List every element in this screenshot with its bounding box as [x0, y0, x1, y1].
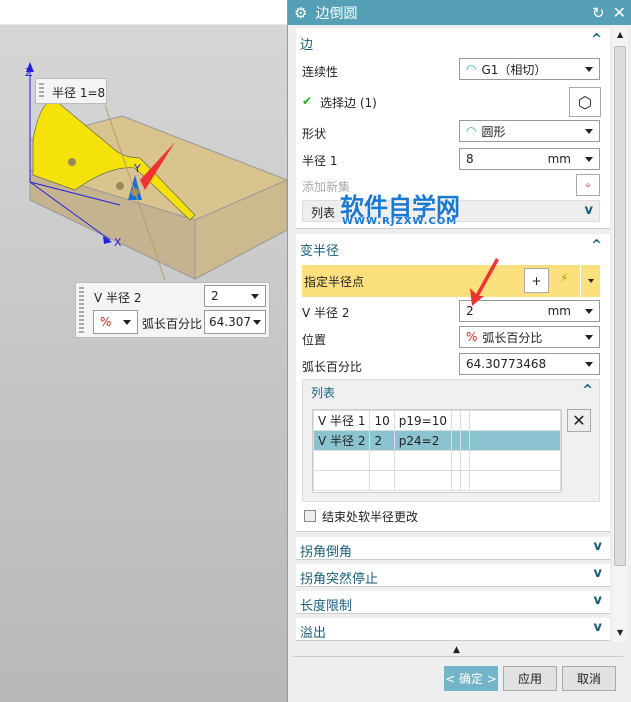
section-title: 边 — [300, 38, 314, 53]
radius-input[interactable]: 8 mm — [459, 148, 600, 170]
select-edge-label[interactable]: 选择边 (1) — [320, 94, 377, 111]
chevron-down-icon — [585, 308, 593, 314]
radius-label: 半径 1 — [302, 154, 338, 168]
variable-radius-popup[interactable]: V 半径 2 2 % 弧长百分比 64.307 — [75, 282, 270, 338]
scrollbar-thumb[interactable] — [614, 46, 626, 566]
vr-label: V 半径 2 — [302, 306, 350, 320]
shape-label: 形状 — [302, 127, 327, 141]
circular-shape-icon: ◠ — [466, 124, 477, 138]
position-label: 位置 — [302, 333, 327, 347]
chevron-down-icon[interactable]: v — [594, 620, 602, 635]
cancel-button[interactable]: 取消 — [562, 666, 616, 691]
specify-radius-point-row[interactable]: 指定半径点 + ⚡ — [302, 265, 600, 297]
soft-radius-checkbox-label: 结束处软半径更改 — [322, 510, 419, 524]
arc-value-dropdown[interactable]: 64.307 — [204, 310, 266, 334]
graphics-viewport[interactable]: Z Y X 半径 1=8 V 半径 2 2 % 弧长百分比 64.307 — [0, 0, 287, 702]
select-edge-cube-button[interactable]: ⬡ — [569, 87, 601, 117]
reset-icon[interactable]: ↻ — [592, 4, 605, 22]
ok-button[interactable]: < 确定 > — [444, 666, 498, 691]
section-title: 变半径 — [300, 244, 340, 259]
section-variable-radius: 变半径 ^ 指定半径点 + ⚡ V 半径 2 2 mm 位置 % 弧长百分比 弧长百… — [296, 234, 610, 532]
continuity-dropdown[interactable]: ◠ G1（相切） — [459, 58, 600, 80]
cube-icon: ⬡ — [578, 92, 592, 112]
chevron-down-icon[interactable] — [588, 279, 594, 283]
add-point-icon: + — [531, 273, 542, 288]
apply-button[interactable]: 应用 — [503, 666, 557, 691]
arc-length-input[interactable]: 64.30773468 — [459, 353, 600, 375]
check-icon: ✔ — [302, 94, 313, 108]
chevron-up-icon[interactable]: ^ — [591, 238, 602, 253]
chevron-up-icon[interactable]: ^ — [591, 32, 602, 47]
dialog-title: 边倒圆 — [315, 5, 358, 22]
position-dropdown[interactable]: % 弧长百分比 — [459, 326, 600, 348]
radius-tag[interactable]: 半径 1=8 — [35, 78, 107, 104]
chevron-down-icon — [251, 293, 259, 299]
chevron-down-icon — [253, 319, 261, 325]
list-title: 列表 — [311, 386, 336, 400]
add-new-set-button[interactable]: ⌖ — [576, 174, 600, 196]
chevron-down-icon — [585, 334, 593, 340]
axis-y-label: Y — [134, 162, 141, 175]
crosshair-icon: ⌖ — [584, 177, 592, 192]
percent-icon: % — [466, 330, 478, 344]
chevron-down-icon[interactable]: v — [585, 203, 593, 218]
chevron-down-icon — [585, 156, 593, 162]
drag-handle[interactable] — [39, 83, 44, 99]
chevron-up-icon[interactable]: ^ — [582, 383, 593, 398]
continuity-label: 连续性 — [302, 65, 339, 79]
radius-tag-label: 半径 1=8 — [52, 86, 106, 100]
chevron-down-icon[interactable]: v — [594, 566, 602, 581]
dialog-titlebar: ⚙ 边倒圆 ↻ ✕ — [288, 0, 631, 25]
section-overflow[interactable]: 溢出 v — [296, 618, 610, 641]
tangent-icon: ◠ — [466, 62, 477, 76]
close-icon[interactable]: ✕ — [613, 3, 626, 22]
snap-point-icon[interactable]: ⚡ — [560, 271, 568, 285]
section-corner-setback[interactable]: 拐角倒角 v — [296, 537, 610, 560]
arc-label: 弧长百分比 — [142, 317, 203, 331]
table-row[interactable]: V 半径 1 10 p19=10 — [312, 410, 562, 431]
axis-x-label: X — [114, 236, 122, 249]
x-icon: ✕ — [572, 411, 586, 430]
section-length-limit[interactable]: 长度限制 v — [296, 591, 610, 614]
chevron-down-icon — [585, 361, 593, 367]
scroll-up-icon[interactable]: ▲ — [617, 30, 623, 39]
scrollbar[interactable]: ▲ ▼ — [613, 28, 628, 642]
edge-blend-dialog: ⚙ 边倒圆 ↻ ✕ 边 ^ 连续性 ◠ G1（相切） ✔ 选择边 (1) ⬡ 形状… — [287, 0, 631, 702]
axis-z-label: Z — [25, 66, 33, 79]
scroll-down-icon[interactable]: ▼ — [617, 628, 623, 637]
vr-label: V 半径 2 — [94, 291, 142, 305]
position-type-dropdown[interactable]: % — [93, 310, 138, 334]
shape-dropdown[interactable]: ◠ 圆形 — [459, 120, 600, 142]
list-panel: 列表 ^ V 半径 1 10 p19=10 V 半径 2 2 p24=2 ✕ — [302, 379, 600, 502]
chevron-down-icon — [123, 319, 131, 325]
arc-length-label: 弧长百分比 — [302, 360, 363, 374]
collapse-arrow-icon[interactable]: ▲ — [453, 645, 460, 655]
watermark-url: WWW.RJZXW.COM — [342, 216, 458, 227]
red-arrow-annotation — [470, 258, 499, 306]
table-row-selected[interactable]: V 半径 2 2 p24=2 — [312, 430, 562, 451]
percent-icon: % — [100, 315, 112, 329]
radius-points-table[interactable]: V 半径 1 10 p19=10 V 半径 2 2 p24=2 — [312, 409, 562, 493]
chevron-down-icon[interactable]: v — [594, 593, 602, 608]
point-dialog-button[interactable]: + — [524, 268, 549, 293]
vr-value-dropdown[interactable]: 2 — [204, 285, 266, 307]
soft-radius-checkbox[interactable] — [304, 510, 316, 522]
gear-icon[interactable]: ⚙ — [294, 4, 307, 22]
chevron-down-icon — [585, 66, 593, 72]
chevron-down-icon[interactable]: v — [594, 539, 602, 554]
section-stop-short[interactable]: 拐角突然停止 v — [296, 564, 610, 587]
chevron-down-icon — [585, 128, 593, 134]
delete-button[interactable]: ✕ — [567, 409, 591, 432]
drag-handle[interactable] — [79, 287, 84, 333]
